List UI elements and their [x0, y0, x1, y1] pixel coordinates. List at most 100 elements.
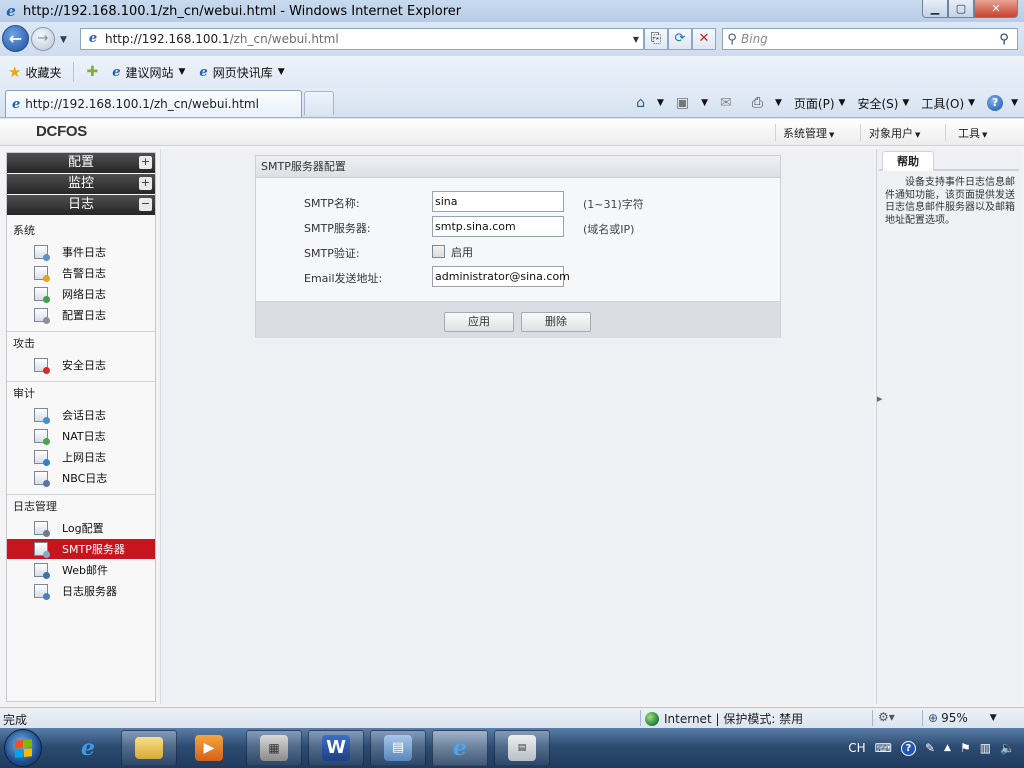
add-favorite-button[interactable]: ✚: [86, 64, 104, 80]
rss-icon: ▣: [675, 95, 690, 111]
web-slice-gallery-link[interactable]: e 网页快讯库 ▼: [199, 64, 284, 81]
delete-button[interactable]: 删除: [521, 312, 591, 332]
sidebar-item-smtp-server[interactable]: SMTP服务器: [7, 539, 155, 559]
sidebar-category-monitor[interactable]: 监控 +: [7, 174, 155, 194]
expand-icon[interactable]: +: [139, 177, 152, 190]
refresh-button[interactable]: ⟳: [668, 28, 692, 50]
top-menu-tools[interactable]: 工具 ▼: [958, 125, 987, 141]
taskbar-remote-app[interactable]: ▤: [370, 730, 426, 766]
status-text: 完成: [3, 713, 28, 727]
event-log-icon: [34, 245, 50, 261]
keyboard-icon[interactable]: ⌨: [875, 741, 892, 755]
search-input[interactable]: Bing: [741, 32, 991, 46]
new-tab-button[interactable]: [304, 91, 334, 115]
taskbar-ie-active[interactable]: e: [432, 730, 488, 766]
taskbar-ie-pinned[interactable]: e: [60, 730, 116, 766]
back-button[interactable]: ←: [2, 25, 29, 52]
search-icon[interactable]: ⚲: [991, 32, 1017, 47]
stop-button[interactable]: ✕: [692, 28, 716, 50]
network-icon[interactable]: ▥: [980, 741, 991, 755]
collapse-help-icon[interactable]: ▶: [877, 395, 882, 403]
sidebar-item-web-mail[interactable]: Web邮件: [7, 560, 155, 580]
compatibility-view-button[interactable]: ⎘: [644, 28, 668, 50]
smtp-server-row: SMTP服务器: smtp.sina.com (域名或IP): [256, 216, 780, 238]
sidebar-category-config[interactable]: 配置 +: [7, 153, 155, 173]
sidebar-item-event-log[interactable]: 事件日志: [7, 242, 155, 262]
smtp-auth-checkbox[interactable]: [432, 245, 445, 258]
page-menu[interactable]: 页面(P) ▼: [794, 95, 846, 112]
zoom-control[interactable]: ⊕ 95% ▼: [928, 711, 997, 725]
taskbar-document[interactable]: ▤: [494, 730, 550, 766]
email-sender-input[interactable]: administrator@sina.com: [432, 266, 570, 287]
add-favorite-icon: ✚: [86, 64, 99, 80]
top-menu-objects[interactable]: 对象用户 ▼: [869, 125, 920, 141]
folder-icon: [135, 737, 163, 759]
sidebar-item-nat-log[interactable]: NAT日志: [7, 426, 155, 446]
recent-pages-dropdown-icon[interactable]: ▼: [60, 35, 67, 45]
ie-page-icon: e: [199, 64, 208, 80]
sidebar-item-label: 告警日志: [62, 267, 106, 280]
feeds-button[interactable]: ▣ ▼: [676, 95, 708, 111]
top-menu-system[interactable]: 系统管理 ▼: [783, 125, 834, 141]
start-button[interactable]: [4, 729, 42, 767]
media-player-icon: ▶: [195, 735, 223, 761]
volume-icon[interactable]: 🔈: [1000, 741, 1015, 755]
favorites-button[interactable]: ★ 收藏夹: [8, 63, 61, 81]
taskbar-media-player[interactable]: ▶: [181, 730, 237, 766]
read-mail-button[interactable]: ✉: [720, 95, 740, 111]
print-button[interactable]: ⎙ ▼: [752, 95, 782, 111]
help-icon[interactable]: ?: [900, 740, 916, 756]
sidebar-item-config-log[interactable]: 配置日志: [7, 305, 155, 325]
sidebar-item-web-access-log[interactable]: 上网日志: [7, 447, 155, 467]
action-center-icon[interactable]: ⚑: [960, 741, 971, 755]
maximize-button[interactable]: ▢: [948, 0, 974, 18]
address-bar[interactable]: e http://192.168.100.1/zh_cn/webui.html …: [80, 28, 644, 50]
minimize-button[interactable]: ▁: [922, 0, 948, 18]
category-label: 监控: [67, 176, 94, 191]
popup-blocker-icon[interactable]: ⚙▾: [878, 710, 895, 724]
taskbar-explorer[interactable]: [121, 730, 177, 766]
show-hidden-icons-icon[interactable]: ▲: [944, 743, 951, 753]
sidebar-item-label: Web邮件: [62, 564, 108, 577]
sidebar-item-label: Log配置: [62, 522, 104, 535]
forward-button[interactable]: →: [31, 27, 55, 51]
collapse-icon[interactable]: −: [139, 198, 152, 211]
pen-icon[interactable]: ✎: [925, 741, 935, 755]
help-menu[interactable]: ? ▼: [987, 95, 1018, 111]
smtp-server-input[interactable]: smtp.sina.com: [432, 216, 564, 237]
chevron-down-icon: ▼: [838, 98, 846, 108]
help-tab[interactable]: 帮助: [882, 151, 934, 171]
sidebar-item-network-log[interactable]: 网络日志: [7, 284, 155, 304]
sidebar-item-log-server[interactable]: 日志服务器: [7, 581, 155, 601]
home-button[interactable]: ⌂ ▼: [636, 95, 664, 111]
language-indicator[interactable]: CH: [848, 741, 865, 755]
sidebar-category-log[interactable]: 日志 −: [7, 195, 155, 215]
menu-divider: [775, 124, 776, 141]
zoom-level: 95%: [941, 711, 968, 725]
address-url[interactable]: http://192.168.100.1/zh_cn/webui.html: [105, 32, 629, 46]
sidebar-item-nbc-log[interactable]: NBC日志: [7, 468, 155, 488]
taskbar-word[interactable]: W: [308, 730, 364, 766]
search-box[interactable]: ⚲ Bing ⚲: [722, 28, 1018, 50]
apply-button[interactable]: 应用: [444, 312, 514, 332]
sidebar-item-security-log[interactable]: 安全日志: [7, 355, 155, 375]
log-config-icon: [34, 521, 50, 537]
tab-webui[interactable]: e http://192.168.100.1/zh_cn/webui.html: [5, 90, 302, 117]
suggested-sites-link[interactable]: e 建议网站 ▼: [112, 64, 185, 81]
chevron-down-icon: ▼: [277, 67, 285, 77]
address-dropdown-icon[interactable]: ▼: [629, 35, 643, 44]
security-zone[interactable]: Internet | 保护模式: 禁用: [645, 710, 803, 727]
taskbar-network-app[interactable]: ▦: [246, 730, 302, 766]
smtp-name-input[interactable]: sina: [432, 191, 564, 212]
window-title-bar[interactable]: e http://192.168.100.1/zh_cn/webui.html …: [0, 0, 1024, 22]
tools-menu[interactable]: 工具(O) ▼: [921, 95, 975, 112]
safety-menu[interactable]: 安全(S) ▼: [857, 95, 909, 112]
tools-menu-label: 工具(O): [921, 96, 965, 111]
sidebar-item-log-config[interactable]: Log配置: [7, 518, 155, 538]
sidebar-item-alarm-log[interactable]: 告警日志: [7, 263, 155, 283]
close-button[interactable]: ✕: [974, 0, 1018, 18]
expand-icon[interactable]: +: [139, 156, 152, 169]
command-bar: ⌂ ▼ ▣ ▼ ✉ ⎙ ▼ 页面(P) ▼ 安全(S) ▼ 工具(O) ▼ ? ▼: [624, 91, 1018, 115]
ie-icon: e: [81, 735, 95, 761]
sidebar-item-session-log[interactable]: 会话日志: [7, 405, 155, 425]
